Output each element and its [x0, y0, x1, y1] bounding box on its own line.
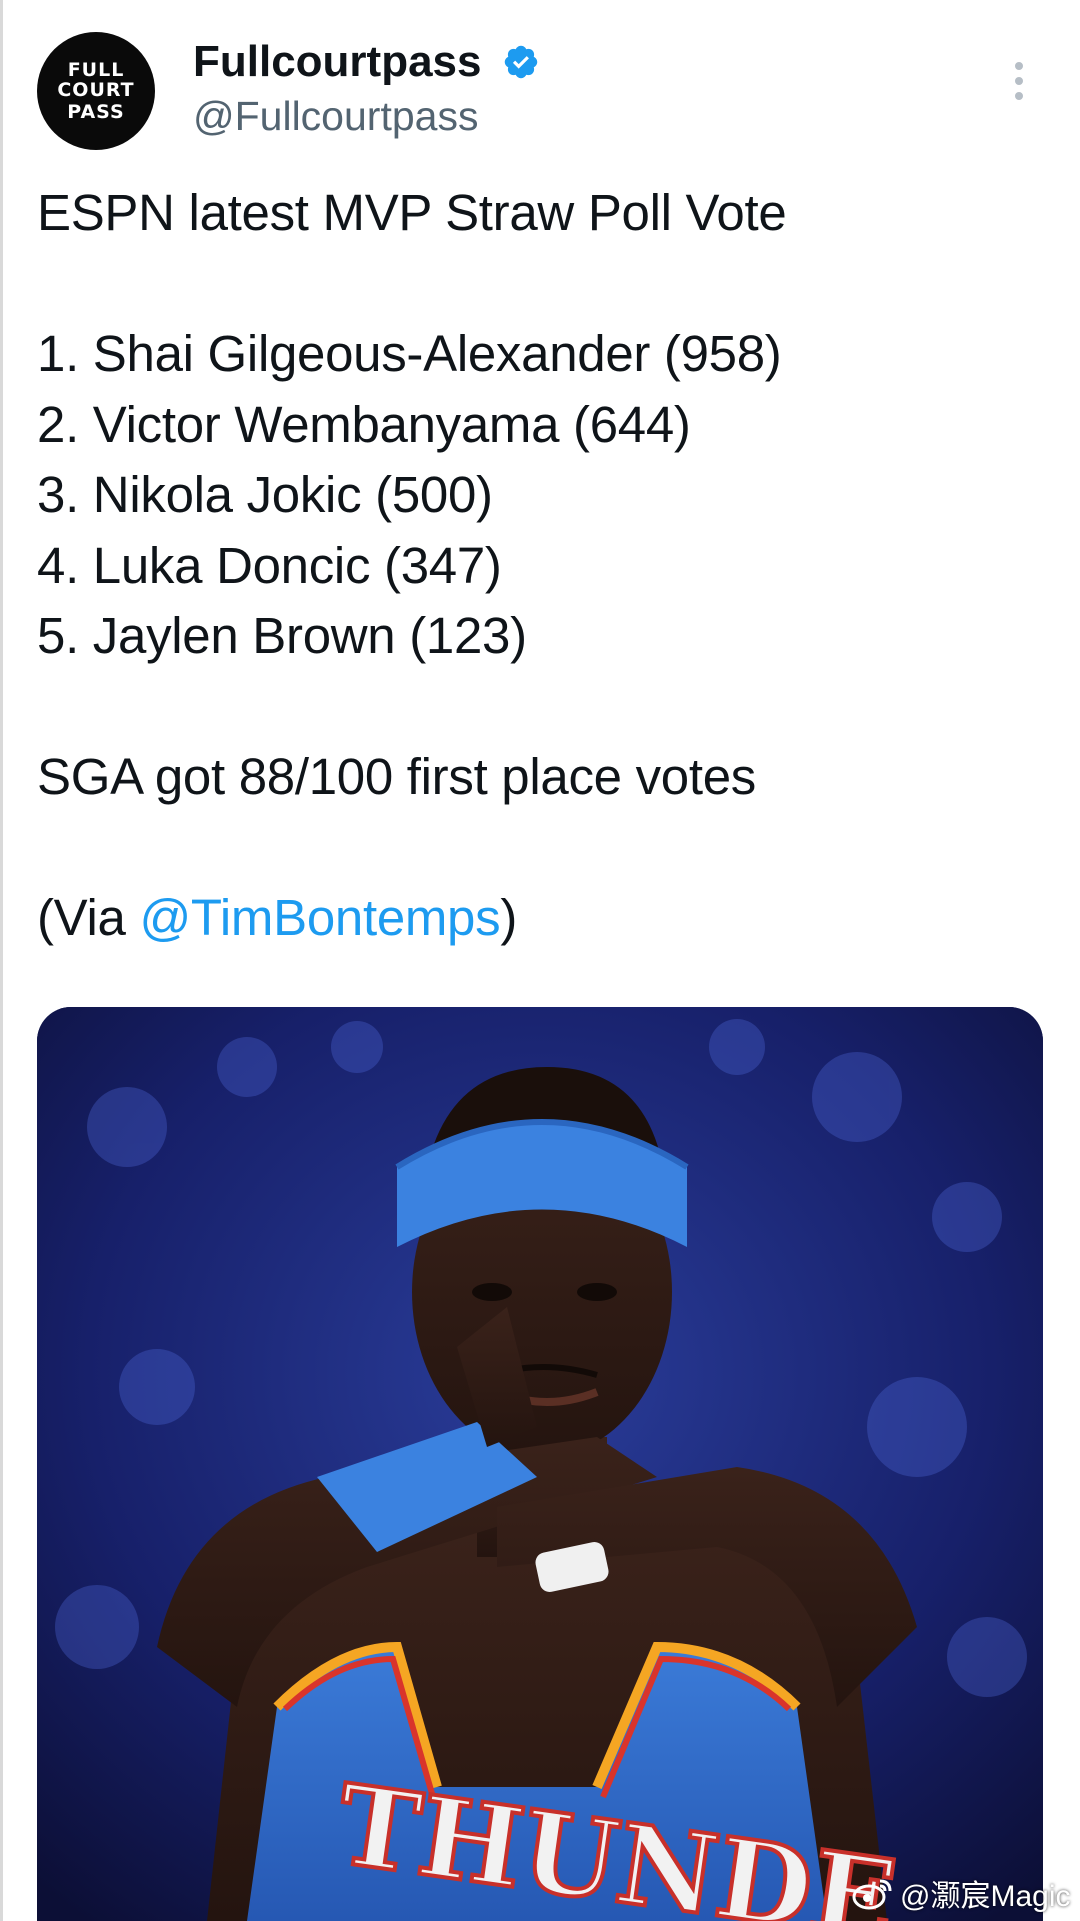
author-avatar[interactable]: FULL COURT PASS	[37, 32, 155, 150]
ranking-item: 3. Nikola Jokic (500)	[37, 466, 493, 523]
tweet-text: ESPN latest MVP Straw Poll Vote 1. Shai …	[37, 178, 1047, 954]
avatar-logo-line-1: FULL	[67, 59, 125, 81]
tweet-media-photo[interactable]: THUNDE	[37, 1007, 1043, 1921]
avatar-logo-line-3: PASS	[67, 101, 125, 123]
frame-border	[0, 0, 3, 1921]
avatar-logo-line-2: COURT	[57, 79, 135, 101]
ranking-item: 2. Victor Wembanyama (644)	[37, 395, 691, 453]
tweet-headline: ESPN latest MVP Straw Poll Vote	[37, 184, 787, 241]
weibo-icon	[852, 1879, 892, 1910]
verified-badge-icon	[504, 45, 538, 79]
via-prefix: (Via	[37, 889, 140, 946]
weibo-watermark: @灏宸Magic	[852, 1873, 1070, 1913]
first-place-note: SGA got 88/100 first place votes	[37, 748, 756, 805]
watermark-text: @灏宸Magic	[900, 1880, 1071, 1913]
via-credit: (Via @TimBontemps)	[37, 883, 1047, 954]
via-suffix: )	[500, 889, 518, 946]
ranking-item: 4. Luka Doncic (347)	[37, 536, 502, 594]
ranking-item: 5. Jaylen Brown (123)	[37, 607, 527, 664]
player-photo-illustration: THUNDE	[37, 1007, 1043, 1921]
mention-link[interactable]: @TimBontemps	[139, 889, 500, 946]
ranking-item: 1. Shai Gilgeous-Alexander (958)	[37, 325, 782, 382]
vertical-ellipsis-icon[interactable]	[1004, 60, 1034, 102]
author-display-name[interactable]: Fullcourtpass	[193, 36, 482, 88]
author-handle[interactable]: @Fullcourtpass	[193, 91, 478, 141]
